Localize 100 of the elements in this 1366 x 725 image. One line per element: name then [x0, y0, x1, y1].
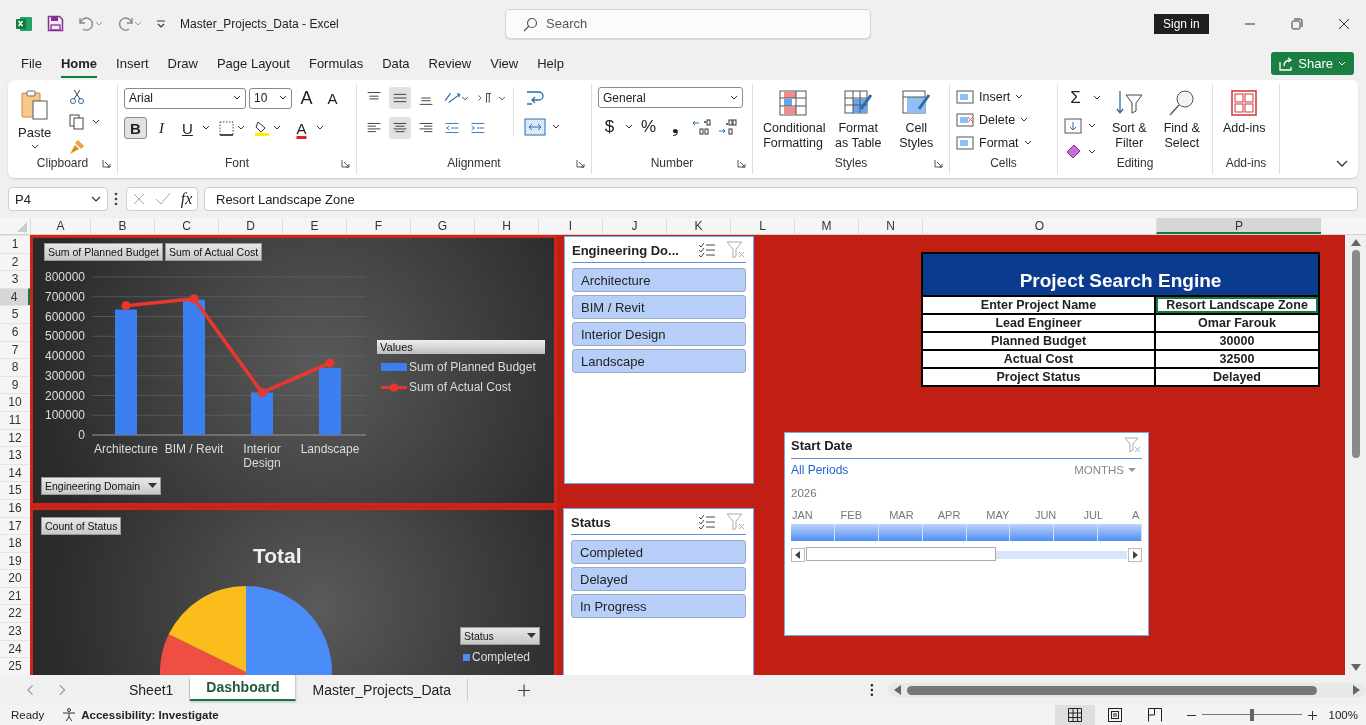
column-header[interactable]: J [602, 218, 666, 234]
grow-font-button[interactable]: A [295, 87, 318, 109]
row-header[interactable]: 4 [0, 287, 30, 306]
styles-button[interactable]: Cell Styles [889, 87, 943, 153]
eraser-icon[interactable] [1064, 143, 1082, 161]
column-header[interactable]: N [858, 218, 922, 234]
caret-icon[interactable] [202, 125, 210, 131]
axis-field-button[interactable]: Engineering Domain [41, 477, 162, 495]
scroll-thumb[interactable] [806, 547, 996, 561]
caret-icon[interactable] [316, 125, 324, 131]
cells-button[interactable]: Insert [956, 87, 1024, 107]
launcher-icon[interactable] [737, 159, 746, 168]
search-field[interactable]: Search [505, 8, 871, 39]
sheet-tab[interactable]: Dashboard [190, 675, 297, 701]
table-cell[interactable]: Delayed [1156, 369, 1318, 385]
column-header[interactable]: A [30, 218, 90, 234]
field-button[interactable]: Count of Status [41, 517, 122, 535]
currency-button[interactable]: $ [598, 116, 621, 138]
caret-icon[interactable] [552, 124, 560, 130]
zoom-level[interactable]: 100% [1328, 709, 1358, 721]
caret-icon[interactable] [1093, 95, 1101, 101]
scroll-down-icon[interactable] [1350, 664, 1361, 671]
column-header[interactable]: K [666, 218, 730, 234]
add-sheet-icon[interactable] [518, 683, 531, 697]
autosum-button[interactable]: Σ [1064, 87, 1087, 109]
launcher-icon[interactable] [576, 159, 585, 168]
menu-tab[interactable]: Home [51, 52, 107, 75]
table-cell[interactable]: 30000 [1156, 333, 1318, 349]
zoom-in-icon[interactable] [1307, 710, 1317, 720]
fill-down-icon[interactable] [1064, 117, 1082, 135]
slicer-item[interactable]: In Progress [571, 594, 746, 618]
column-header[interactable]: M [794, 218, 858, 234]
horizontal-scroll-thumb[interactable] [906, 685, 1317, 695]
collapse-ribbon-icon[interactable] [1336, 160, 1348, 168]
share-button[interactable]: Share [1271, 52, 1354, 75]
column-header[interactable]: C [154, 218, 218, 234]
menu-tab[interactable]: Formulas [299, 52, 373, 75]
slicer-item[interactable]: Architecture [572, 268, 746, 292]
merge-center-icon[interactable] [524, 117, 546, 137]
slicer-item[interactable]: Completed [571, 540, 746, 564]
decrease-decimal-icon[interactable] [717, 117, 739, 137]
menu-tab[interactable]: Insert [107, 52, 158, 75]
scissors-icon[interactable] [69, 89, 86, 105]
slicer-item[interactable]: Interior Design [572, 322, 746, 346]
add-ins-button[interactable]: Add-ins [1219, 87, 1270, 138]
multi-select-icon[interactable] [698, 514, 716, 530]
caret-icon[interactable] [625, 124, 633, 130]
slicer-item[interactable]: Landscape [572, 349, 746, 373]
caret-icon[interactable] [237, 125, 245, 131]
copy-icon[interactable] [69, 114, 86, 130]
launcher-icon[interactable] [341, 159, 350, 168]
time-level-dropdown[interactable]: MONTHS [1074, 464, 1136, 476]
multi-select-icon[interactable] [698, 242, 716, 258]
scroll-left-icon[interactable] [791, 548, 805, 562]
styles-button[interactable]: Format as Table [831, 87, 886, 153]
close-icon[interactable] [1337, 17, 1350, 30]
normal-view-button[interactable] [1054, 705, 1095, 725]
paste-button[interactable]: Paste [14, 87, 56, 152]
caret-icon[interactable] [92, 119, 101, 125]
name-box[interactable]: P4 [8, 187, 108, 211]
fill-color-icon[interactable] [254, 120, 270, 136]
table-cell[interactable]: Omar Farouk [1156, 315, 1318, 331]
column-header[interactable]: P [1156, 218, 1321, 234]
bold-button[interactable]: B [124, 117, 147, 139]
increase-decimal-icon[interactable] [691, 117, 713, 137]
sheet-tab[interactable]: Master_Projects_Data [296, 679, 468, 701]
menu-tab[interactable]: View [481, 52, 528, 75]
align-middle-icon[interactable] [389, 87, 411, 109]
menu-tab[interactable]: Review [419, 52, 481, 75]
column-header[interactable]: G [410, 218, 474, 234]
formula-input[interactable]: Resort Landscape Zone [204, 187, 1358, 211]
table-cell[interactable]: 32500 [1156, 351, 1318, 367]
column-header[interactable]: L [730, 218, 794, 234]
column-header[interactable]: E [282, 218, 346, 234]
italic-button[interactable]: I [150, 117, 173, 139]
more-icon[interactable] [870, 683, 874, 697]
excel-logo-icon[interactable] [15, 14, 33, 33]
editing-button[interactable]: Sort & Filter [1105, 87, 1154, 153]
restore-icon[interactable] [1290, 17, 1303, 30]
vertical-scroll-thumb[interactable] [1351, 250, 1360, 458]
underline-button[interactable]: U [176, 117, 199, 139]
table-cell[interactable]: Resort Landscape Zone [1156, 297, 1318, 313]
cells-button[interactable]: Format [956, 133, 1032, 153]
menu-tab[interactable]: Page Layout [207, 52, 299, 75]
field-button[interactable]: Sum of Actual Cost [164, 243, 263, 261]
customize-icon[interactable] [156, 19, 166, 28]
slicer-item[interactable]: BIM / Revit [572, 295, 746, 319]
comma-style-button[interactable]: ❟ [664, 116, 687, 138]
shrink-font-button[interactable]: A [321, 87, 344, 109]
font-color-button[interactable]: A [290, 117, 313, 139]
menu-tab[interactable]: Help [528, 52, 573, 75]
scroll-up-icon[interactable] [1350, 239, 1361, 246]
font-size-dropdown[interactable]: 10 [249, 87, 292, 109]
font-name-dropdown[interactable]: Arial [124, 87, 246, 109]
column-header[interactable]: B [90, 218, 154, 234]
launcher-icon[interactable] [102, 159, 111, 168]
editing-button[interactable]: Find & Select [1157, 87, 1206, 153]
column-header[interactable]: D [218, 218, 282, 234]
insert-function-button[interactable]: fx [180, 190, 193, 208]
styles-button[interactable]: Conditional Formatting [759, 87, 827, 153]
